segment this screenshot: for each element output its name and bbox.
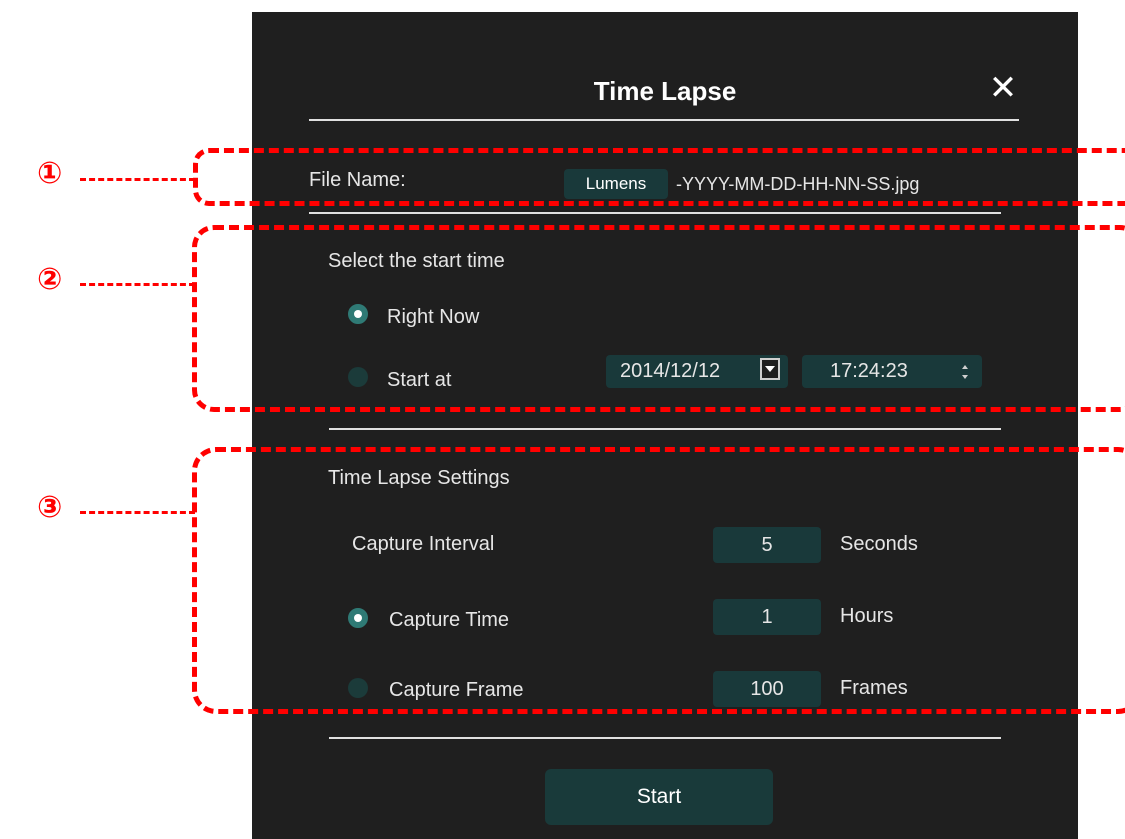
annotation-box-2 [192,225,1125,412]
time-lapse-dialog: Time Lapse ✕ File Name: Lumens -YYYY-MM-… [252,12,1078,839]
canvas: Time Lapse ✕ File Name: Lumens -YYYY-MM-… [0,0,1125,839]
annotation-leader-3 [80,511,195,514]
dialog-title: Time Lapse [593,76,737,106]
divider [309,119,1019,121]
annotation-leader-2 [80,283,195,286]
annotation-marker-1: ① [37,157,63,190]
divider [329,428,1001,430]
annotation-marker-3: ③ [37,491,63,524]
divider [309,212,1001,214]
annotation-marker-2: ② [37,263,63,296]
start-button[interactable]: Start [545,769,773,825]
annotation-box-1 [193,148,1125,206]
annotation-leader-1 [80,178,195,181]
close-icon[interactable]: ✕ [985,70,1021,106]
annotation-box-3 [192,447,1125,714]
divider [329,737,1001,739]
